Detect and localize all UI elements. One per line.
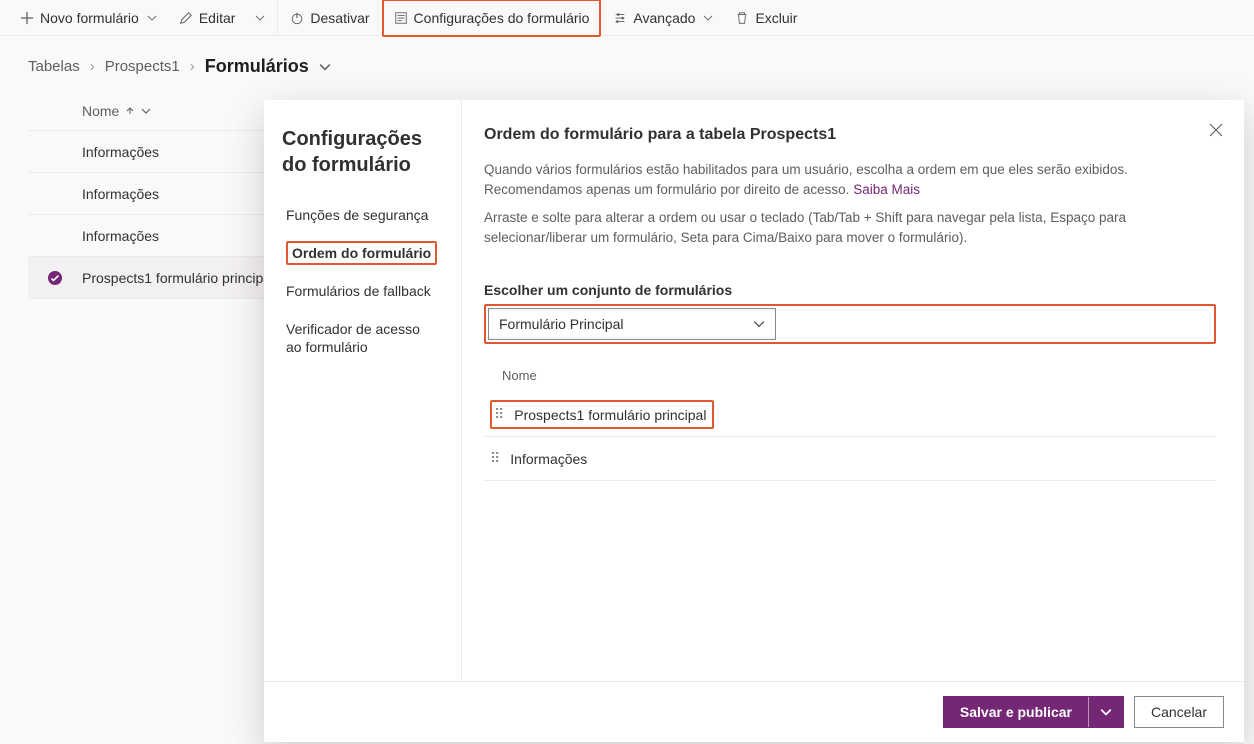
learn-more-link[interactable]: Saiba Mais <box>853 182 920 197</box>
dialog-title: Ordem do formulário para a tabela Prospe… <box>484 126 1216 144</box>
cancel-button[interactable]: Cancelar <box>1134 696 1224 728</box>
drag-handle-icon[interactable]: ⠿ <box>490 450 500 467</box>
sidebar-item[interactable]: Ordem do formulário <box>282 234 443 272</box>
first-form-highlight: ⠿ Prospects1 formulário principal <box>490 400 714 429</box>
chevron-down-icon <box>753 318 765 330</box>
order-row-label: Informações <box>510 451 587 467</box>
cancel-label: Cancelar <box>1151 704 1207 720</box>
dialog-sidebar: Configurações do formulário Funções de s… <box>264 100 462 681</box>
dialog-intro-text: Quando vários formulários estão habilita… <box>484 162 1128 197</box>
choose-set-label: Escolher um conjunto de formulários <box>484 282 1216 298</box>
form-set-select[interactable]: Formulário Principal <box>488 308 776 340</box>
order-list-header: Nome <box>502 368 1216 383</box>
form-set-value: Formulário Principal <box>499 316 623 332</box>
dialog-main: Ordem do formulário para a tabela Prospe… <box>462 100 1244 681</box>
dialog-intro: Quando vários formulários estão habilita… <box>484 160 1204 200</box>
form-set-highlight: Formulário Principal <box>484 304 1216 344</box>
order-row-label: Prospects1 formulário principal <box>514 407 706 423</box>
chevron-down-icon <box>1100 706 1112 718</box>
close-icon <box>1208 122 1224 138</box>
drag-handle-icon[interactable]: ⠿ <box>494 406 504 423</box>
sidebar-item[interactable]: Funções de segurança <box>282 196 443 234</box>
dialog-sidebar-title: Configurações do formulário <box>282 126 443 178</box>
save-publish-button[interactable]: Salvar e publicar <box>943 696 1124 728</box>
close-button[interactable] <box>1208 122 1224 138</box>
sidebar-item-highlight: Ordem do formulário <box>286 241 437 265</box>
order-row[interactable]: ⠿ Prospects1 formulário principal <box>484 393 1216 437</box>
form-settings-dialog: Configurações do formulário Funções de s… <box>264 100 1244 742</box>
sidebar-item[interactable]: Verificador de acesso ao formulário <box>282 310 443 366</box>
save-publish-dropdown[interactable] <box>1089 706 1123 718</box>
sidebar-item[interactable]: Formulários de fallback <box>282 272 443 310</box>
save-publish-label: Salvar e publicar <box>944 697 1089 727</box>
dialog-instructions: Arraste e solte para alterar a ordem ou … <box>484 208 1204 248</box>
order-row[interactable]: ⠿ Informações <box>484 437 1216 481</box>
dialog-footer: Salvar e publicar Cancelar <box>264 681 1244 742</box>
